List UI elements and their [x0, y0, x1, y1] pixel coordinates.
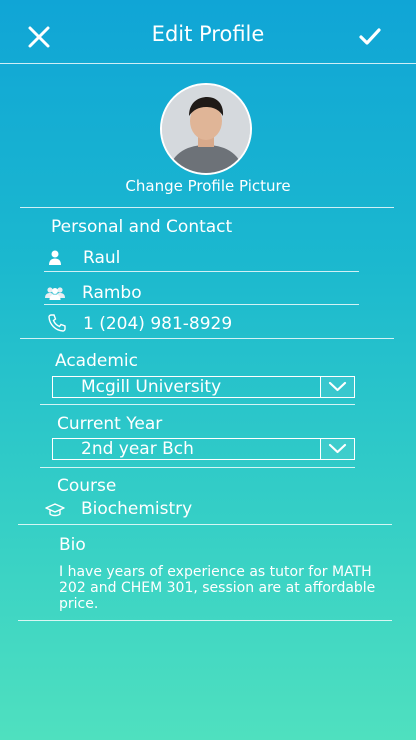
field-underline [40, 404, 355, 405]
change-picture-link[interactable]: Change Profile Picture [0, 177, 416, 195]
field-underline [40, 467, 355, 468]
person-icon [45, 248, 65, 268]
course-label: Course [57, 476, 117, 496]
avatar[interactable] [160, 83, 252, 175]
divider [20, 207, 394, 208]
section-label-academic: Academic [55, 351, 138, 371]
year-value: 2nd year Bch [81, 439, 194, 459]
graduation-cap-icon [44, 500, 65, 520]
header-divider [0, 63, 416, 64]
phone-field[interactable]: 1 (204) 981-8929 [83, 314, 232, 334]
bio-field[interactable]: I have years of experience as tutor for … [59, 564, 389, 612]
university-select[interactable]: Mcgill University [52, 376, 355, 398]
divider [18, 620, 392, 621]
chevron-down-icon[interactable] [320, 377, 354, 397]
phone-icon [47, 313, 67, 333]
page-title: Edit Profile [151, 22, 265, 46]
university-value: Mcgill University [81, 377, 222, 397]
avatar-photo [162, 85, 250, 173]
field-underline [44, 271, 359, 272]
divider [18, 524, 392, 525]
current-year-label: Current Year [57, 414, 163, 434]
group-icon [44, 283, 65, 303]
first-name-field[interactable]: Raul [83, 248, 120, 268]
save-button[interactable] [358, 26, 382, 48]
last-name-field[interactable]: Rambo [82, 283, 142, 303]
section-label-personal: Personal and Contact [51, 217, 233, 237]
chevron-down-icon[interactable] [320, 439, 354, 459]
divider [20, 338, 394, 339]
bio-label: Bio [59, 535, 86, 555]
field-underline [44, 304, 359, 305]
check-icon [359, 28, 381, 45]
course-field[interactable]: Biochemistry [81, 499, 192, 519]
year-select[interactable]: 2nd year Bch [52, 438, 355, 460]
